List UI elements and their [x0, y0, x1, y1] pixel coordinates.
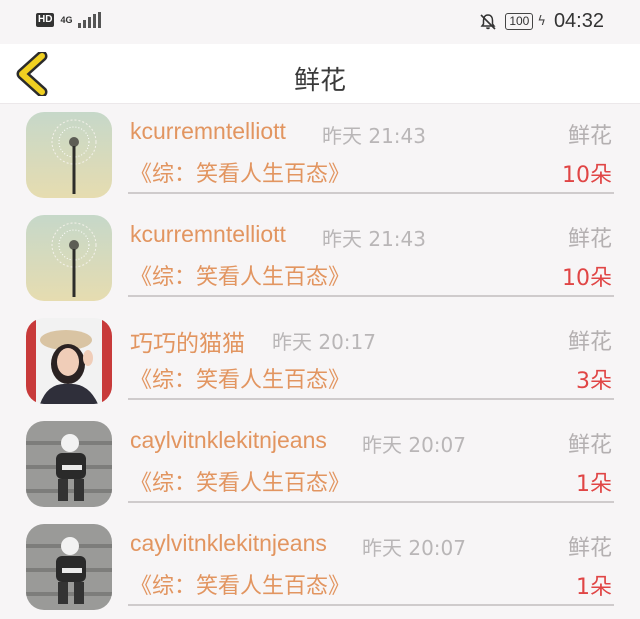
signal-icon: [78, 12, 102, 28]
flower-gift-list: kcurremntelliott 昨天 21:43 鲜花 《综：笑看人生百态》 …: [0, 104, 640, 619]
divider: [128, 398, 614, 400]
gift-type: 鲜花: [567, 227, 612, 252]
gift-list-item[interactable]: caylvitnklekitnjeans 昨天 20:07 鲜花 《综：笑看人生…: [0, 516, 640, 619]
user-avatar[interactable]: [26, 318, 112, 404]
figure-avatar-icon: [26, 524, 112, 610]
mute-bell-icon: [480, 13, 496, 30]
user-avatar[interactable]: [26, 421, 112, 507]
divider: [128, 295, 614, 297]
username[interactable]: 巧巧的猫猫: [130, 324, 245, 358]
book-title-link[interactable]: 《综：笑看人生百态》: [130, 156, 350, 188]
gift-list-item[interactable]: kcurremntelliott 昨天 21:43 鲜花 《综：笑看人生百态》 …: [0, 104, 640, 207]
figure-avatar-icon: [26, 421, 112, 507]
charging-icon: ϟ: [537, 14, 546, 29]
user-avatar[interactable]: [26, 215, 112, 301]
gift-type: 鲜花: [567, 330, 612, 355]
dandelion-avatar-icon: [26, 215, 112, 301]
flower-count: 10朵: [562, 266, 612, 291]
woman-avatar-icon: [26, 318, 112, 404]
username[interactable]: caylvitnklekitnjeans: [130, 530, 327, 557]
user-avatar[interactable]: [26, 524, 112, 610]
flower-count: 1朵: [576, 575, 612, 600]
flower-count: 3朵: [576, 369, 612, 394]
gift-type: 鲜花: [567, 433, 612, 458]
gift-list-item[interactable]: 巧巧的猫猫 昨天 20:17 鲜花 《综：笑看人生百态》 3朵: [0, 310, 640, 413]
status-time: 04:32: [553, 10, 604, 32]
battery-icon: 100: [505, 13, 534, 30]
page-title: 鲜花: [293, 66, 346, 96]
username[interactable]: kcurremntelliott: [130, 118, 286, 145]
top-nav-bar: 鲜花: [0, 44, 640, 104]
book-title-link[interactable]: 《综：笑看人生百态》: [130, 362, 350, 394]
divider: [128, 192, 614, 194]
status-bar: HD 4G 100 ϟ 04:32: [0, 0, 640, 44]
gift-list-item[interactable]: caylvitnklekitnjeans 昨天 20:07 鲜花 《综：笑看人生…: [0, 413, 640, 516]
gift-time: 昨天 20:07: [362, 433, 466, 457]
gift-list-item[interactable]: kcurremntelliott 昨天 21:43 鲜花 《综：笑看人生百态》 …: [0, 207, 640, 310]
status-left: HD 4G: [36, 12, 102, 28]
hd-badge: HD: [36, 13, 55, 27]
status-right: 100 ϟ 04:32: [479, 10, 604, 33]
book-title-link[interactable]: 《综：笑看人生百态》: [130, 259, 350, 291]
user-avatar[interactable]: [26, 112, 112, 198]
gift-type: 鲜花: [567, 124, 612, 149]
gift-time: 昨天 20:17: [272, 330, 376, 354]
book-title-link[interactable]: 《综：笑看人生百态》: [130, 568, 350, 600]
gift-time: 昨天 20:07: [362, 536, 466, 560]
username[interactable]: kcurremntelliott: [130, 221, 286, 248]
network-type: 4G: [60, 14, 73, 25]
divider: [128, 604, 614, 606]
username[interactable]: caylvitnklekitnjeans: [130, 427, 327, 454]
flower-count: 1朵: [576, 472, 612, 497]
divider: [128, 501, 614, 503]
flower-count: 10朵: [562, 163, 612, 188]
gift-time: 昨天 21:43: [322, 124, 426, 148]
dandelion-avatar-icon: [26, 112, 112, 198]
book-title-link[interactable]: 《综：笑看人生百态》: [130, 465, 350, 497]
gift-time: 昨天 21:43: [322, 227, 426, 251]
gift-type: 鲜花: [567, 536, 612, 561]
